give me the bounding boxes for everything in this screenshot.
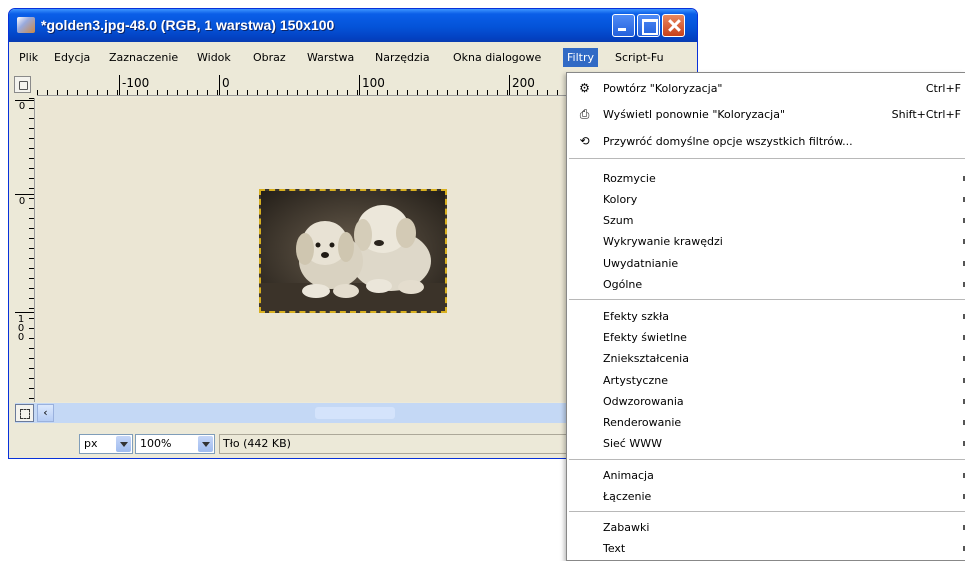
vertical-ruler: 0 0 100	[15, 98, 35, 402]
scroll-thumb[interactable]	[315, 407, 395, 419]
navigate-icon[interactable]	[15, 404, 34, 422]
app-icon	[17, 17, 35, 33]
menu-item-reset-filters[interactable]: ⟲ Przywróć domyślne opcje wszystkich fil…	[567, 131, 965, 152]
menu-item-rozmycie[interactable]: Rozmycie	[567, 168, 965, 189]
ruler-tick	[219, 75, 220, 95]
ruler-label: 100	[17, 314, 25, 343]
menu-item-kolory[interactable]: Kolory	[567, 189, 965, 210]
quick-mask-toggle[interactable]	[14, 76, 31, 93]
close-button[interactable]	[662, 14, 685, 37]
menu-widok[interactable]: Widok	[197, 51, 231, 64]
menu-item-repeat[interactable]: ⚙ Powtórz "Koloryzacja" Ctrl+F	[567, 78, 965, 99]
menu-obraz[interactable]: Obraz	[253, 51, 286, 64]
chevron-down-icon[interactable]	[198, 436, 213, 452]
filters-menu: ⚙ Powtórz "Koloryzacja" Ctrl+F ⎙ Wyświet…	[566, 72, 965, 561]
menu-narzedzia[interactable]: Narzędzia	[375, 51, 430, 64]
menu-item-renderowanie[interactable]: Renderowanie	[567, 412, 965, 433]
maximize-button[interactable]	[637, 14, 660, 37]
menu-warstwa[interactable]: Warstwa	[307, 51, 354, 64]
ruler-label: 100	[362, 76, 385, 90]
gear-icon: ⚙	[579, 81, 590, 95]
chevron-down-icon[interactable]	[116, 436, 131, 452]
menu-bar: Plik Edycja Zaznaczenie Widok Obraz Wars…	[9, 48, 697, 70]
ruler-label: 0	[18, 196, 26, 207]
menu-item-szum[interactable]: Szum	[567, 210, 965, 231]
menu-edycja[interactable]: Edycja	[54, 51, 90, 64]
menu-item-artystyczne[interactable]: Artystyczne	[567, 370, 965, 391]
ruler-tick	[15, 312, 34, 313]
title-bar[interactable]: *golden3.jpg-48.0 (RGB, 1 warstwa) 150x1…	[9, 9, 697, 42]
menu-item-animacja[interactable]: Animacja	[567, 465, 965, 486]
unit-select[interactable]: px	[79, 434, 133, 454]
menu-separator	[569, 299, 965, 300]
menu-zaznaczenie[interactable]: Zaznaczenie	[109, 51, 178, 64]
menu-item-odwzorowania[interactable]: Odwzorowania	[567, 391, 965, 412]
menu-item-uwydatnianie[interactable]: Uwydatnianie	[567, 253, 965, 274]
window-title: *golden3.jpg-48.0 (RGB, 1 warstwa) 150x1…	[41, 17, 335, 33]
menu-item-text[interactable]: Text	[567, 538, 965, 559]
reshow-icon: ⎙	[579, 107, 590, 121]
ruler-tick	[509, 75, 510, 95]
ruler-tick	[15, 100, 34, 101]
photo-illustration	[261, 191, 445, 311]
menu-plik[interactable]: Plik	[19, 51, 38, 64]
scroll-left-arrow-icon[interactable]: ‹	[37, 404, 54, 422]
menu-okna-dialogowe[interactable]: Okna dialogowe	[453, 51, 541, 64]
menu-filtry[interactable]: Filtry	[563, 48, 598, 67]
menu-separator	[569, 459, 965, 460]
menu-item-zabawki[interactable]: Zabawki	[567, 517, 965, 538]
menu-item-wykrywanie-krawedzi[interactable]: Wykrywanie krawędzi	[567, 231, 965, 252]
ruler-label: 0	[18, 101, 26, 112]
zoom-value: 100%	[140, 437, 172, 450]
menu-item-znieksztalcenia[interactable]: Zniekształcenia	[567, 348, 965, 369]
menu-script-fu[interactable]: Script-Fu	[615, 51, 664, 64]
ruler-tick	[15, 194, 34, 195]
puppies-photo[interactable]	[259, 189, 447, 313]
ruler-tick	[359, 75, 360, 95]
minimize-button[interactable]	[612, 14, 635, 37]
ruler-label: 0	[222, 76, 230, 90]
menu-separator	[569, 511, 965, 512]
menu-item-reshow[interactable]: ⎙ Wyświetl ponownie "Koloryzacja" Shift+…	[567, 104, 965, 125]
menu-item-laczenie[interactable]: Łączenie	[567, 486, 965, 507]
menu-item-efekty-swietlne[interactable]: Efekty świetlne	[567, 327, 965, 348]
unit-value: px	[84, 437, 98, 450]
menu-item-siec-www[interactable]: Sieć WWW	[567, 433, 965, 454]
zoom-select[interactable]: 100%	[135, 434, 215, 454]
ruler-label: -100	[122, 76, 150, 90]
menu-item-ogolne[interactable]: Ogólne	[567, 274, 965, 295]
ruler-label: 200	[512, 76, 535, 90]
ruler-tick	[119, 75, 120, 95]
menu-separator	[569, 158, 965, 159]
reset-icon: ⟲	[579, 134, 590, 148]
menu-item-efekty-szkla[interactable]: Efekty szkła	[567, 306, 965, 327]
